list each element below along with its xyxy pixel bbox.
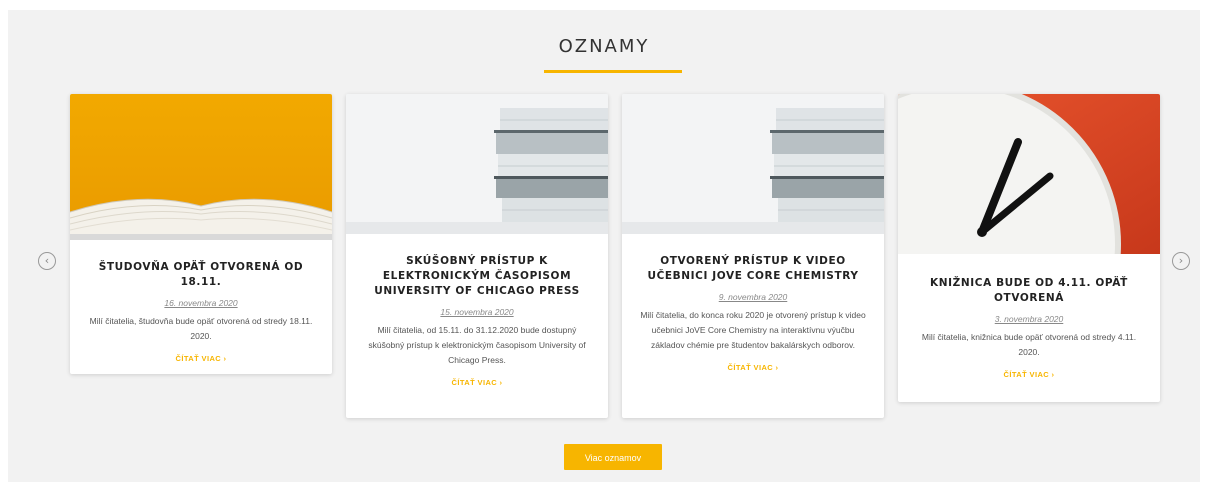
card-title[interactable]: ŠTUDOVŇA OPÄŤ OTVORENÁ OD 18.11. bbox=[84, 260, 318, 290]
card-date[interactable]: 16. novembra 2020 bbox=[84, 298, 318, 308]
read-more-link[interactable]: ČÍTAŤ VIAC › bbox=[728, 363, 779, 372]
card-date[interactable]: 15. novembra 2020 bbox=[360, 307, 594, 317]
card-excerpt: Milí čitatelia, knižnica bude opäť otvor… bbox=[921, 332, 1137, 357]
announcement-card: OTVORENÝ PRÍSTUP K VIDEO UČEBNICI JOVE C… bbox=[622, 94, 884, 418]
card-image-books bbox=[622, 94, 884, 234]
card-date[interactable]: 3. novembra 2020 bbox=[912, 314, 1146, 324]
card-image-clock bbox=[898, 94, 1160, 254]
card-excerpt: Milí čitatelia, študovňa bude opäť otvor… bbox=[89, 316, 313, 341]
more-announcements-button[interactable]: Viac oznamov bbox=[564, 444, 662, 470]
announcement-card: SKÚŠOBNÝ PRÍSTUP K ELEKTRONICKÝM ČASOPIS… bbox=[346, 94, 608, 418]
card-title[interactable]: OTVORENÝ PRÍSTUP K VIDEO UČEBNICI JOVE C… bbox=[636, 254, 870, 284]
carousel-prev-button[interactable]: ‹ bbox=[38, 252, 56, 270]
read-more-link[interactable]: ČÍTAŤ VIAC › bbox=[452, 378, 503, 387]
chevron-right-icon: › bbox=[1178, 254, 1184, 267]
section-title: OZNAMY bbox=[558, 36, 650, 57]
title-underline bbox=[544, 70, 682, 73]
card-excerpt: Milí čitatelia, od 15.11. do 31.12.2020 … bbox=[368, 325, 586, 365]
announcement-card: ŠTUDOVŇA OPÄŤ OTVORENÁ OD 18.11. 16. nov… bbox=[70, 94, 332, 374]
card-date[interactable]: 9. novembra 2020 bbox=[636, 292, 870, 302]
announcement-card: KNIŽNICA BUDE OD 4.11. OPÄŤ OTVORENÁ 3. … bbox=[898, 94, 1160, 402]
card-title[interactable]: KNIŽNICA BUDE OD 4.11. OPÄŤ OTVORENÁ bbox=[912, 276, 1146, 306]
read-more-link[interactable]: ČÍTAŤ VIAC › bbox=[1004, 370, 1055, 379]
chevron-left-icon: ‹ bbox=[44, 254, 50, 267]
card-title[interactable]: SKÚŠOBNÝ PRÍSTUP K ELEKTRONICKÝM ČASOPIS… bbox=[360, 254, 594, 299]
carousel-next-button[interactable]: › bbox=[1172, 252, 1190, 270]
card-image-open-book bbox=[70, 94, 332, 240]
card-image-books bbox=[346, 94, 608, 234]
read-more-link[interactable]: ČÍTAŤ VIAC › bbox=[176, 354, 227, 363]
card-excerpt: Milí čitatelia, do konca roku 2020 je ot… bbox=[640, 310, 866, 350]
